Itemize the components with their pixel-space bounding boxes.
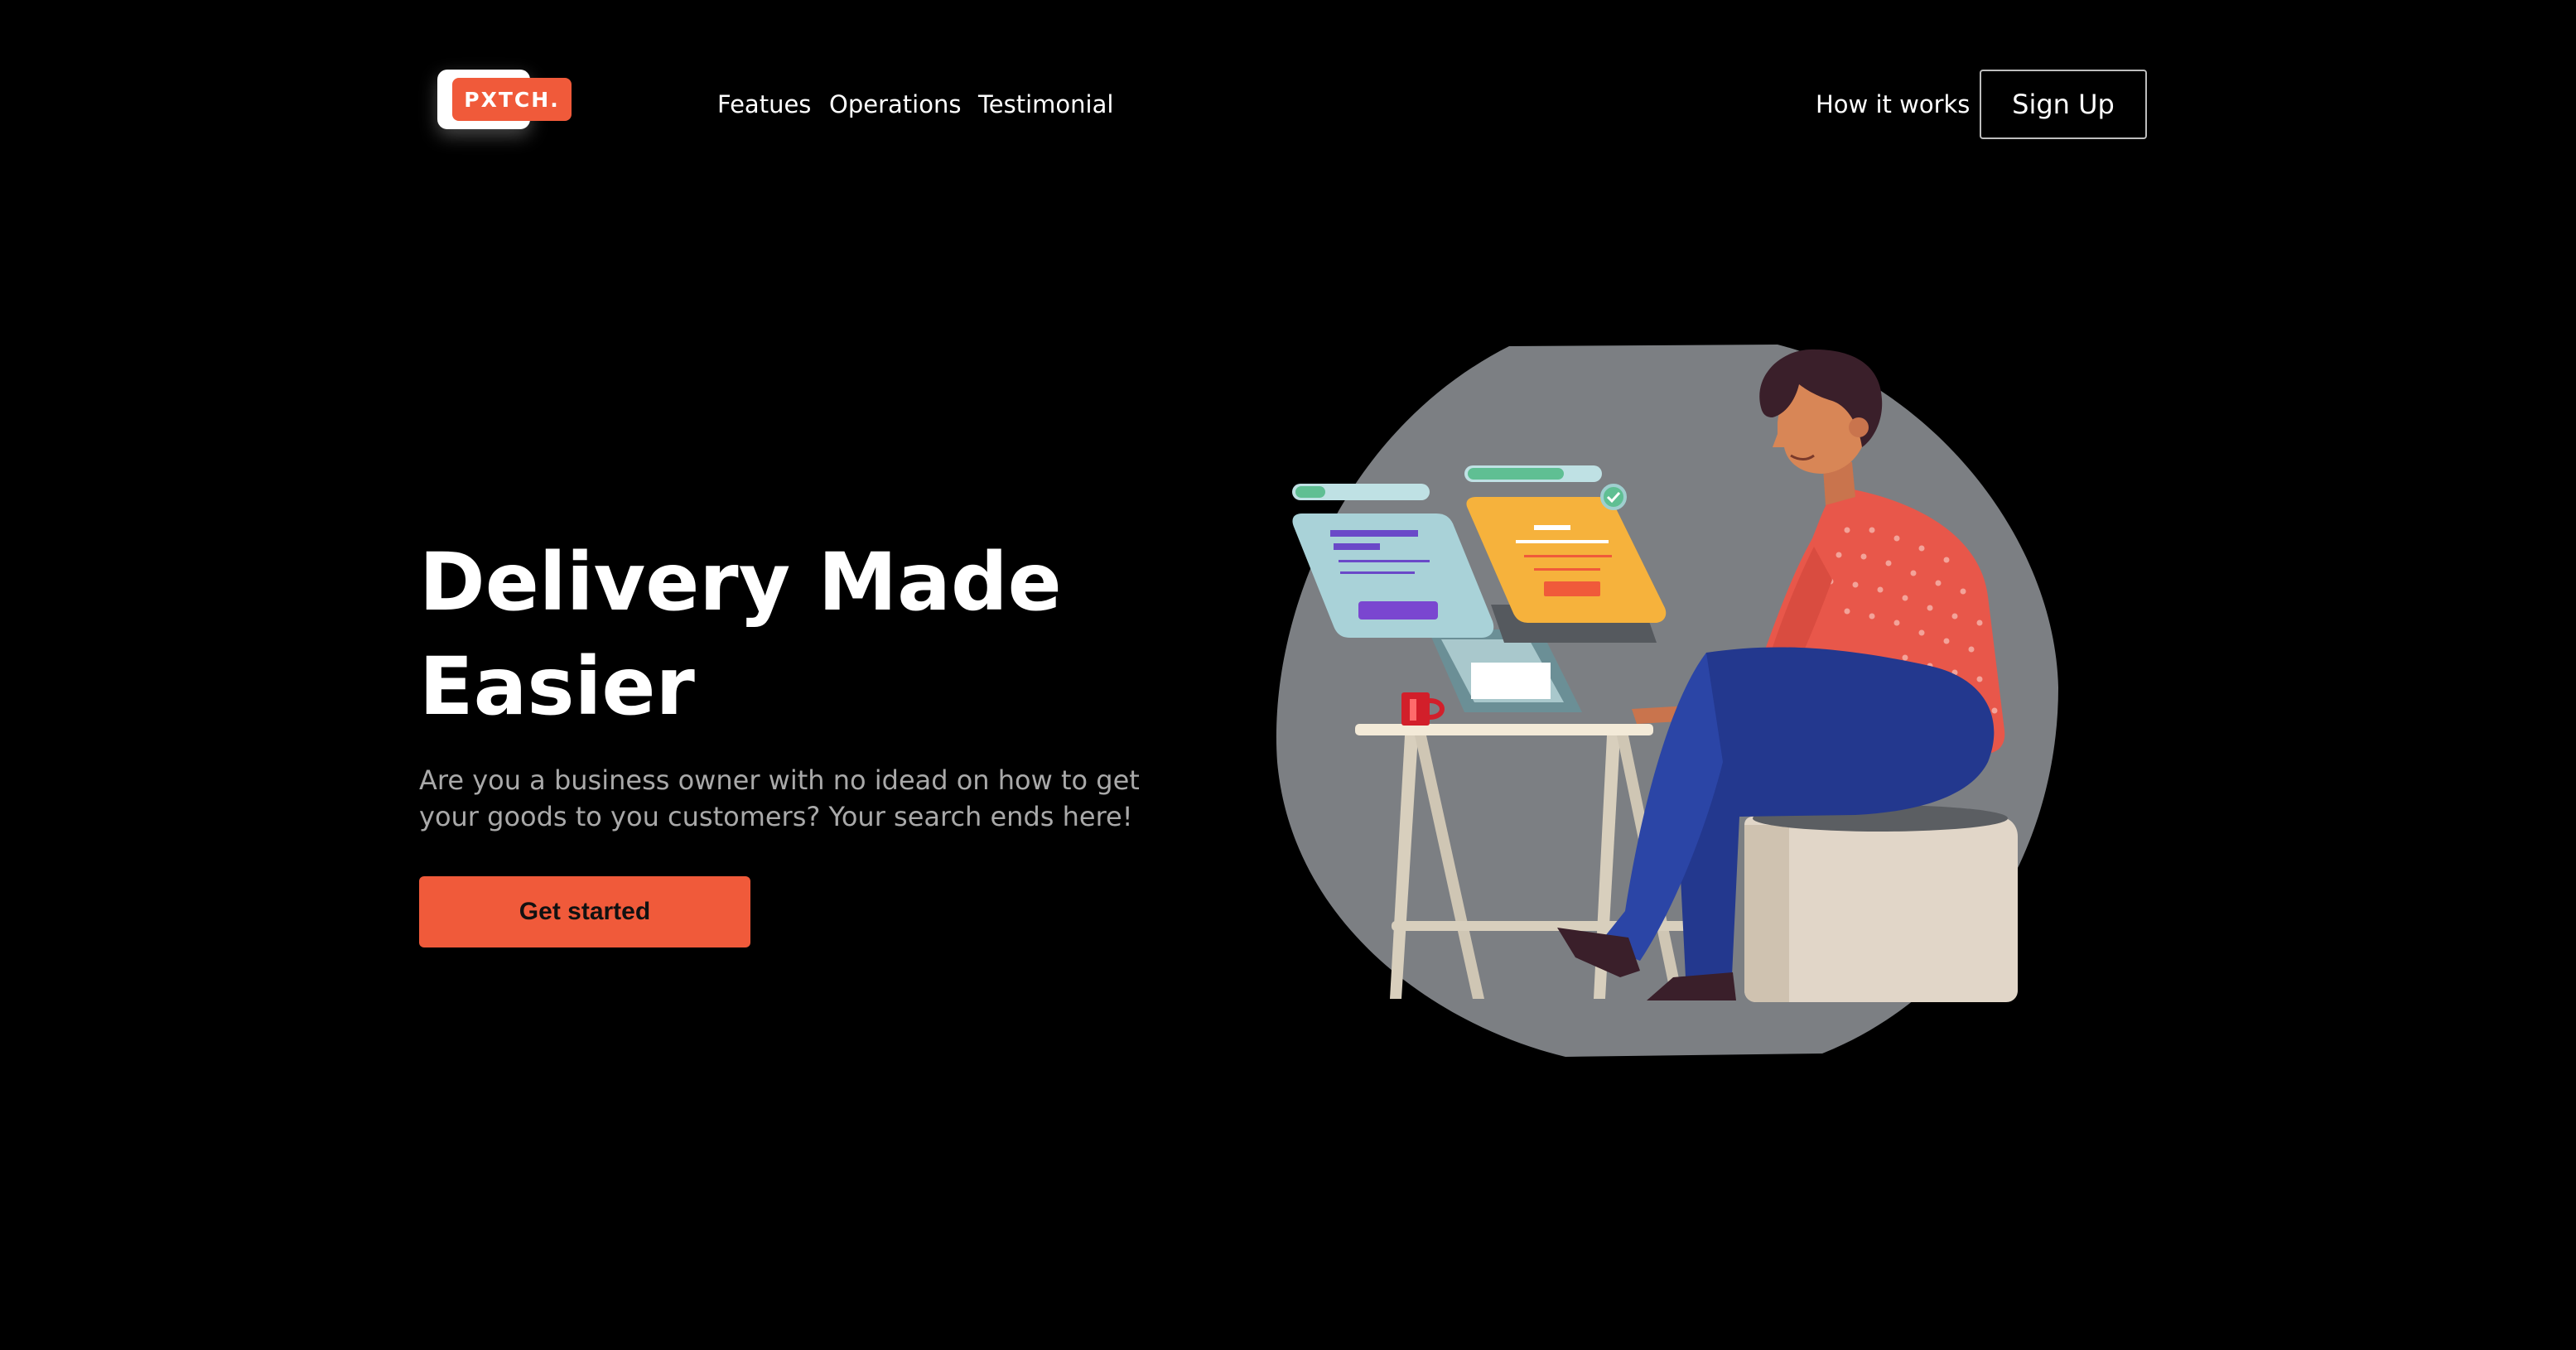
floating-card-button <box>1358 601 1438 620</box>
nav-link-features[interactable]: Featues <box>717 86 811 123</box>
check-badge-icon <box>1600 484 1627 510</box>
sign-up-button[interactable]: Sign Up <box>1980 70 2147 139</box>
nav-link-operations[interactable]: Operations <box>829 86 961 123</box>
brand-logo[interactable]: PXTCH. <box>434 66 572 133</box>
logo-text: PXTCH. <box>452 78 572 121</box>
get-started-button[interactable]: Get started <box>419 876 750 947</box>
hero-title: Delivery Made Easier <box>419 536 1062 733</box>
person-at-desk-illustration <box>1242 331 2071 1060</box>
nav-link-how-it-works[interactable]: How it works <box>1816 86 1970 123</box>
nav-link-testimonial[interactable]: Testimonial <box>978 86 1113 123</box>
hero-description: Are you a business owner with no idead o… <box>419 764 1140 832</box>
desk-top <box>1355 724 1653 735</box>
